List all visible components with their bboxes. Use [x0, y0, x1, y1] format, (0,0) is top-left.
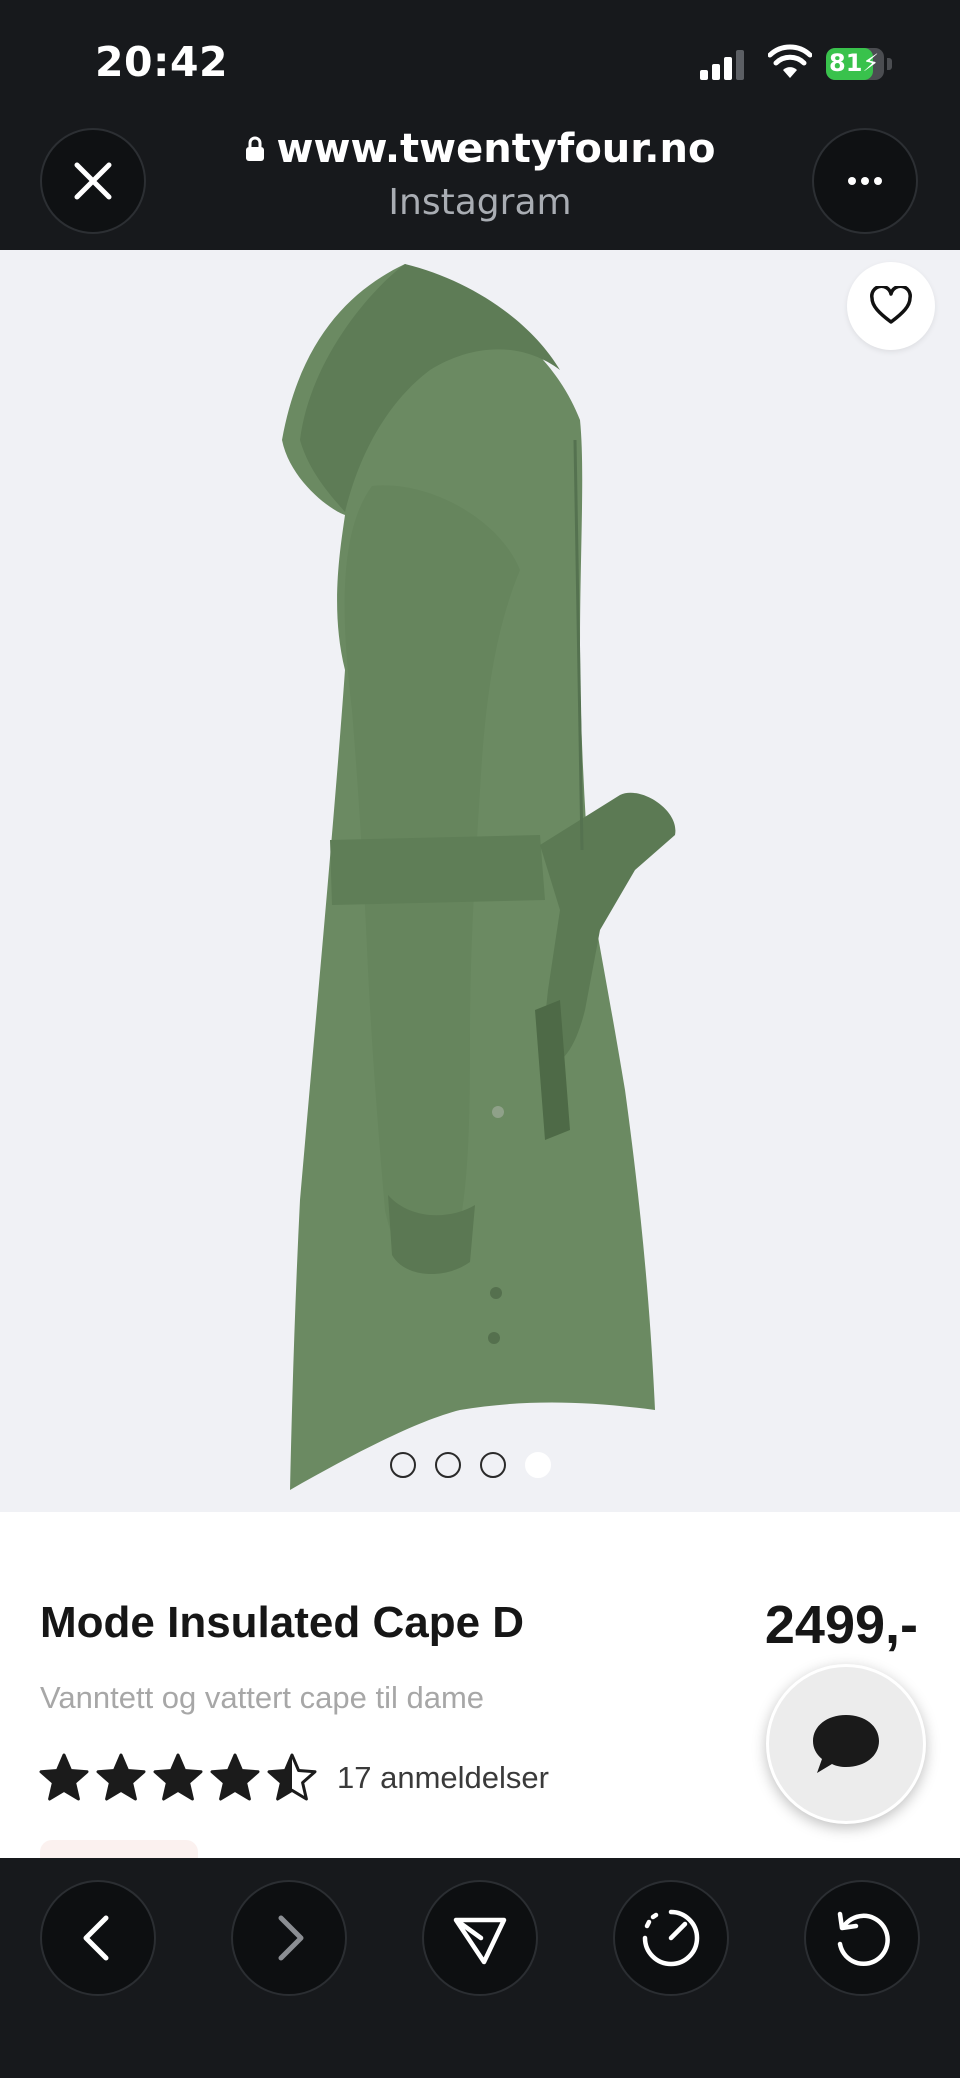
in-app-browser-header: www.twentyfour.no Instagram — [0, 120, 960, 250]
product-price: 2499,- — [764, 1595, 918, 1655]
speed-dial-button[interactable] — [613, 1880, 729, 1996]
star-icon — [210, 1753, 260, 1801]
gallery-dot[interactable] — [435, 1452, 461, 1478]
share-button[interactable] — [422, 1880, 538, 1996]
refresh-button[interactable] — [804, 1880, 920, 1996]
product-photo — [282, 264, 676, 1490]
gallery-dot[interactable] — [480, 1452, 506, 1478]
status-bar: 20:42 81⚡ — [0, 0, 960, 120]
star-icon — [39, 1753, 89, 1801]
refresh-icon — [837, 1911, 890, 1967]
browser-toolbar — [0, 1858, 960, 2078]
reviews-count[interactable]: 17 anmeldelser — [337, 1760, 549, 1796]
product-title: Mode Insulated Cape D — [40, 1598, 525, 1647]
status-time: 20:42 — [95, 38, 229, 86]
url-text: www.twentyfour.no — [276, 126, 716, 172]
gallery-dot[interactable] — [525, 1452, 551, 1478]
favorite-button[interactable] — [847, 262, 935, 350]
badge-peek — [40, 1840, 198, 1858]
star-icon — [96, 1753, 146, 1801]
cellular-signal-icon — [700, 50, 744, 80]
dashboard-icon — [642, 1909, 700, 1967]
product-image-gallery[interactable] — [0, 250, 960, 1512]
more-icon — [848, 177, 882, 185]
back-button[interactable] — [40, 1880, 156, 1996]
forward-icon — [278, 1915, 304, 1961]
star-icon — [267, 1753, 317, 1801]
gallery-pagination — [390, 1452, 551, 1478]
product-description: Vanntett og vattert cape til dame — [40, 1680, 485, 1715]
back-icon — [83, 1915, 109, 1961]
product-info: Mode Insulated Cape D 2499,- Vanntett og… — [0, 1512, 960, 1858]
more-options-button[interactable] — [812, 128, 918, 234]
battery-indicator: 81⚡ — [826, 48, 894, 80]
chat-bubble-icon — [813, 1715, 879, 1773]
wifi-icon — [768, 44, 812, 78]
heart-icon — [870, 286, 912, 324]
lock-icon — [245, 136, 264, 161]
forward-button[interactable] — [231, 1880, 347, 1996]
chat-button[interactable] — [766, 1664, 926, 1824]
product-rating[interactable]: 17 anmeldelser — [38, 1752, 549, 1804]
charging-bolt-icon: ⚡ — [862, 49, 880, 77]
share-icon — [453, 1917, 507, 1965]
gallery-dot[interactable] — [390, 1452, 416, 1478]
star-icon — [153, 1753, 203, 1801]
